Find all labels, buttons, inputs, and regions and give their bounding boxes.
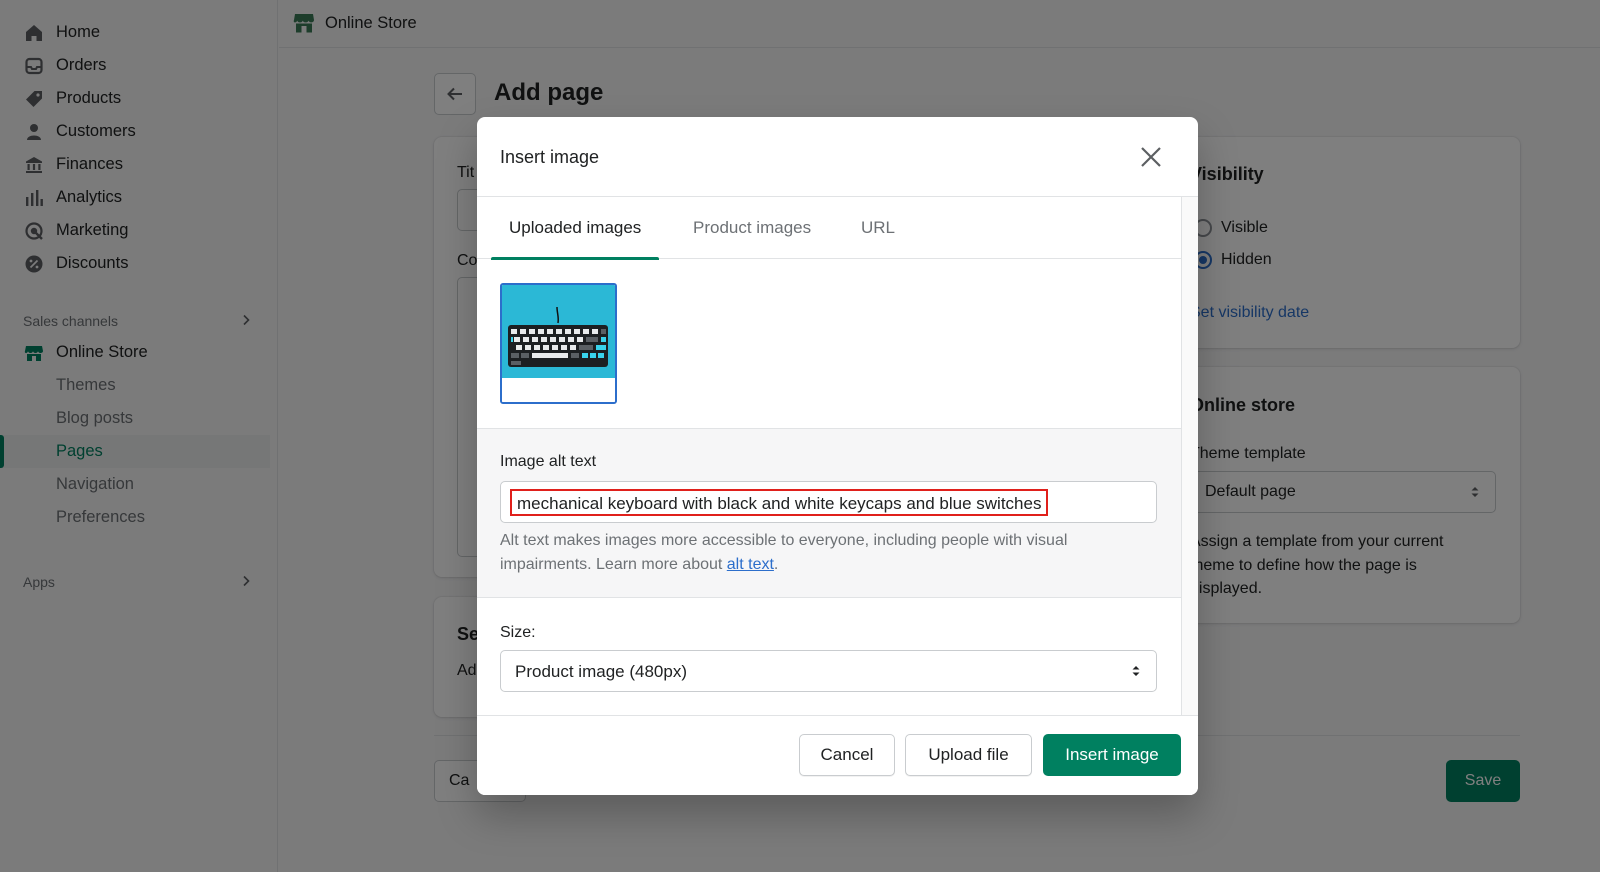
modal-header: Insert image — [477, 117, 1198, 197]
alt-text-label: Image alt text — [500, 453, 597, 470]
close-icon — [1141, 147, 1161, 167]
close-button[interactable] — [1135, 141, 1167, 173]
alt-text-link[interactable]: alt text — [727, 556, 774, 573]
upload-file-button[interactable]: Upload file — [905, 734, 1032, 776]
select-arrows-icon — [1132, 666, 1140, 676]
alt-text-value: mechanical keyboard with black and white… — [510, 489, 1049, 516]
modal-scrollbar[interactable] — [1181, 197, 1198, 715]
cancel-button[interactable]: Cancel — [799, 734, 895, 776]
tab-label: Product images — [693, 218, 812, 237]
modal-footer: Cancel Upload file Insert image — [477, 715, 1198, 795]
uploaded-image-thumbnail[interactable] — [500, 283, 617, 404]
image-source-tabs: Uploaded images Product images URL — [477, 197, 1181, 260]
keyboard-image — [502, 285, 615, 402]
tab-uploaded-images[interactable]: Uploaded images — [491, 197, 660, 260]
tab-url[interactable]: URL — [843, 197, 913, 259]
size-label: Size: — [500, 624, 536, 641]
alt-text-input[interactable]: mechanical keyboard with black and white… — [500, 481, 1157, 523]
insert-image-modal: Insert image Uploaded images Product ima… — [477, 117, 1198, 795]
size-select-value: Product image (480px) — [515, 662, 687, 681]
alt-help-suffix: . — [773, 555, 779, 573]
tab-label: Uploaded images — [509, 218, 642, 237]
tab-label: URL — [861, 218, 896, 237]
alt-text-help: Alt text makes images more accessible to… — [500, 529, 1160, 576]
insert-image-button[interactable]: Insert image — [1043, 734, 1181, 776]
size-select[interactable]: Product image (480px) — [500, 650, 1157, 692]
modal-title: Insert image — [500, 147, 600, 167]
alt-help-text: Alt text makes images more accessible to… — [500, 532, 1068, 573]
tab-product-images[interactable]: Product images — [675, 197, 829, 259]
